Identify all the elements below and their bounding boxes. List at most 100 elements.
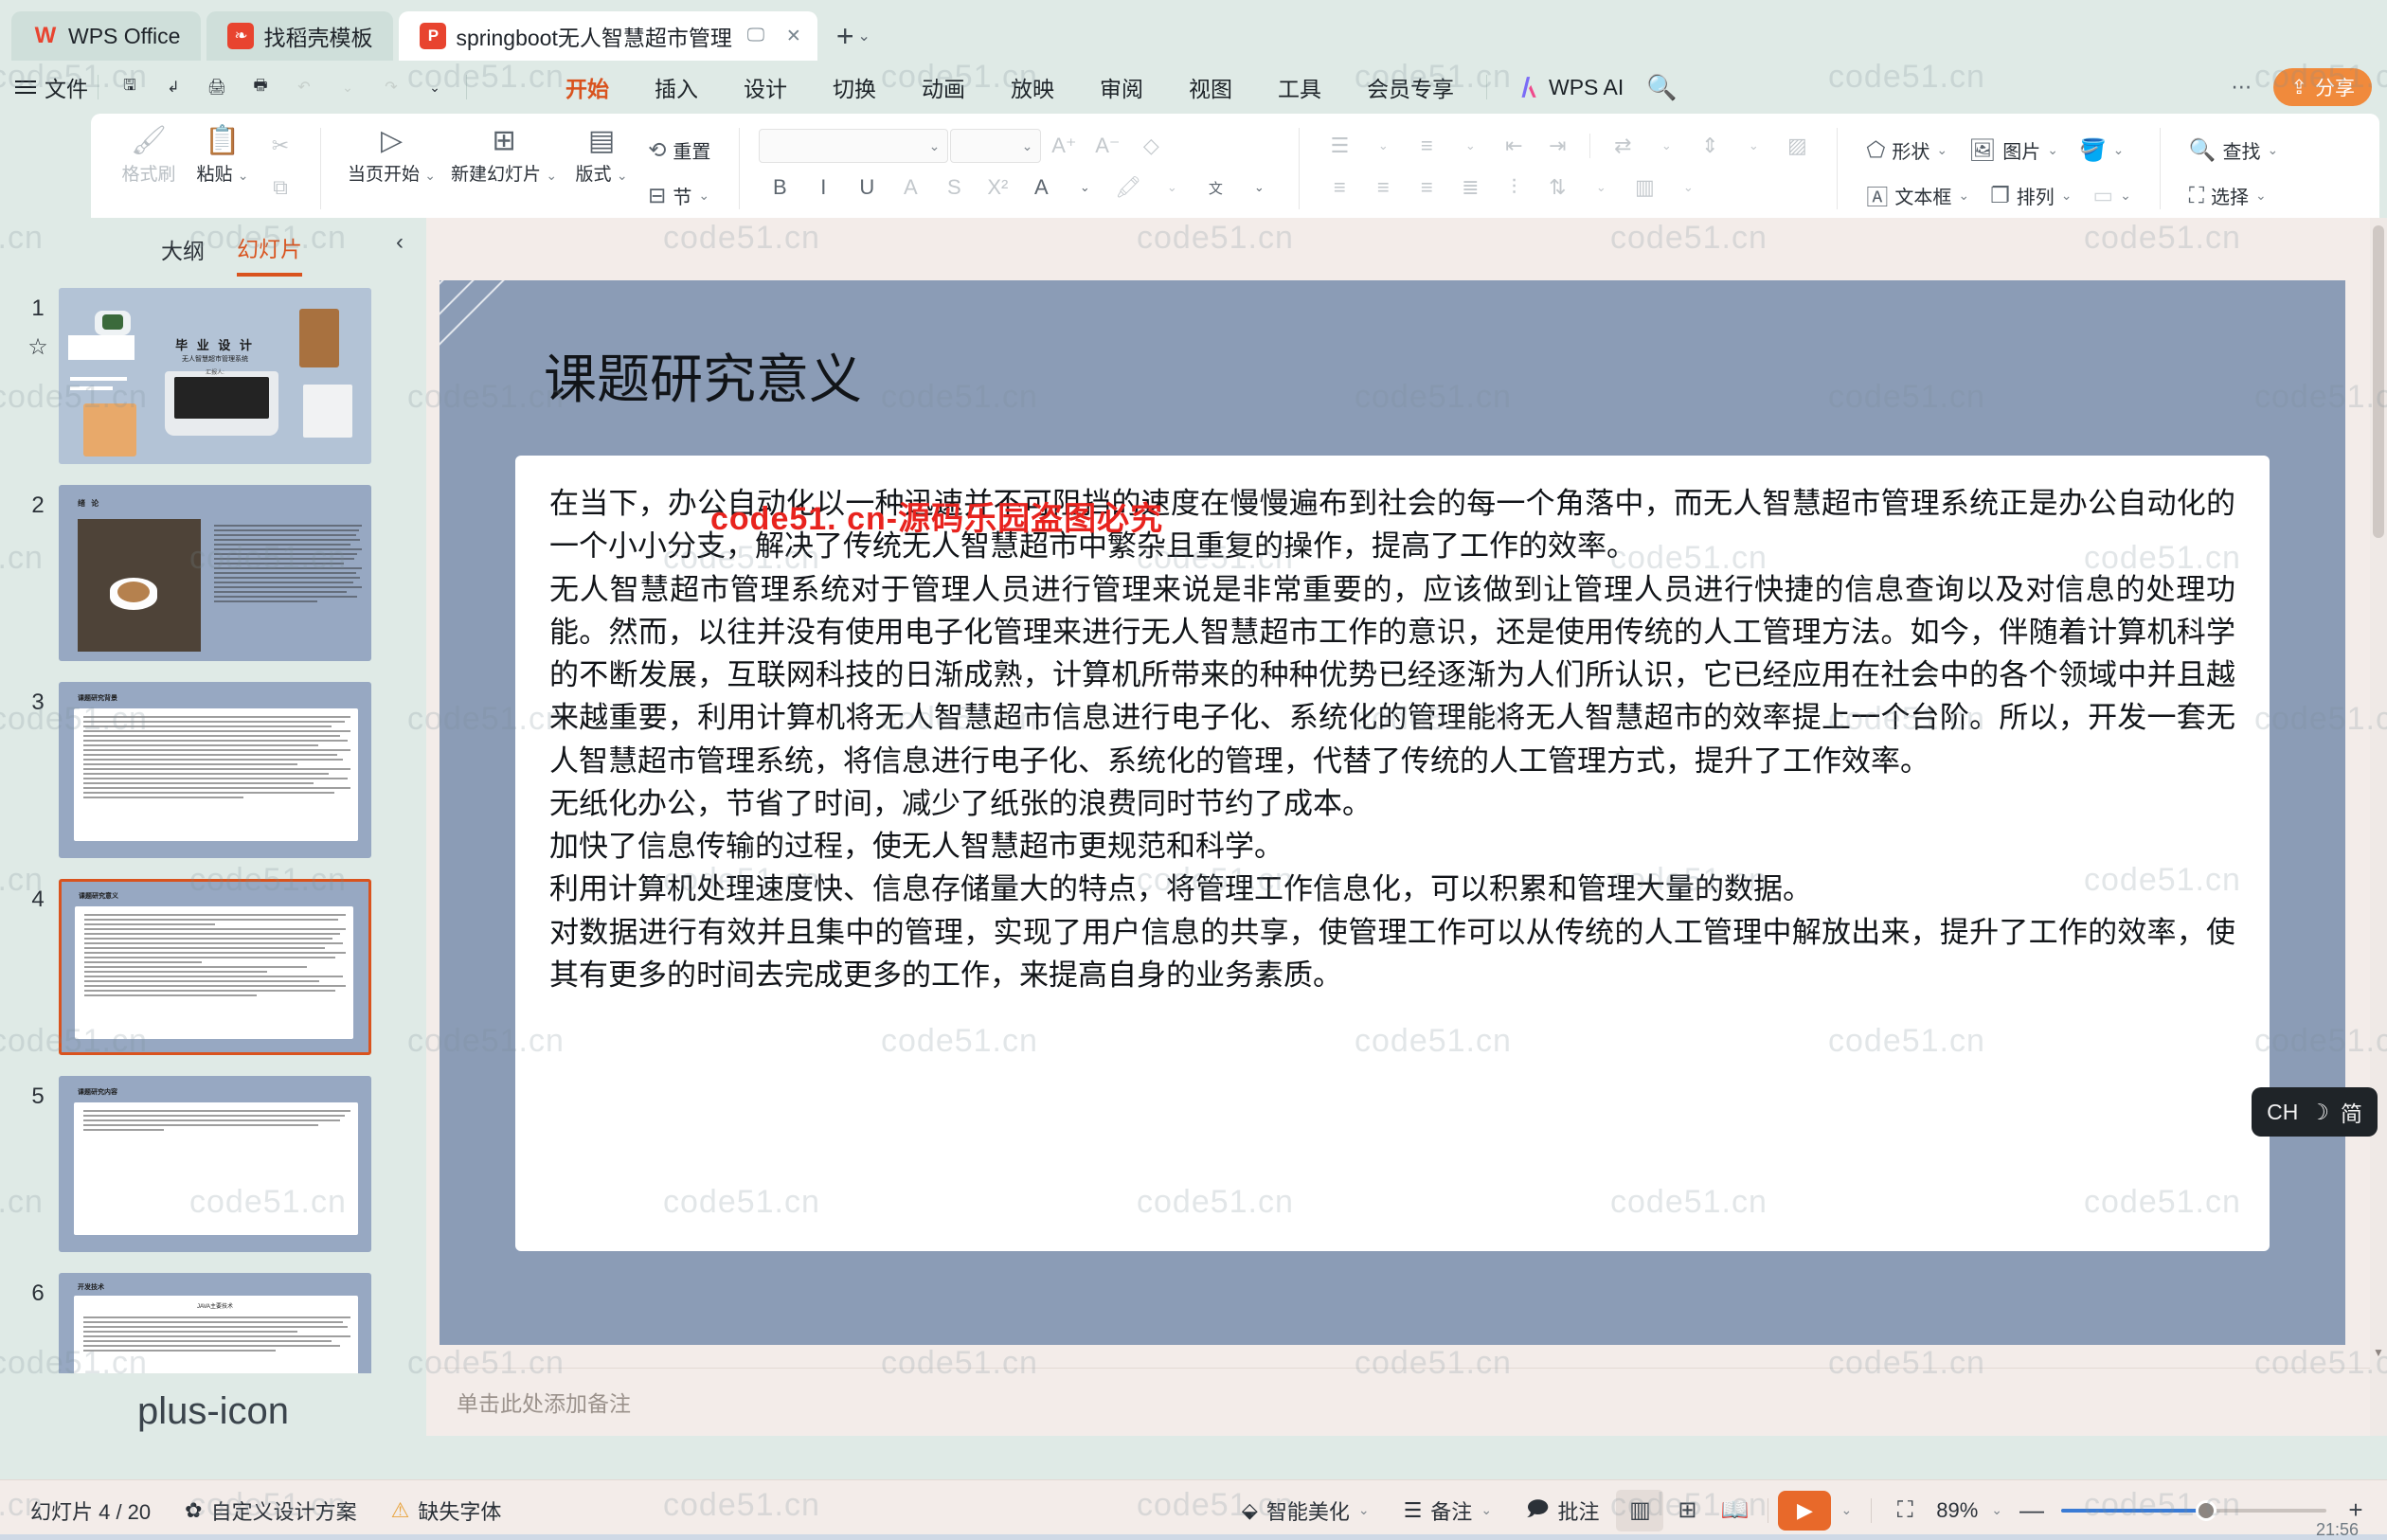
align-right-icon[interactable]: ≡ (1406, 169, 1447, 206)
add-slide-button[interactable]: plus-icon (0, 1392, 426, 1430)
print-icon[interactable]: 🖨 (195, 68, 239, 106)
new-slide-button[interactable]: ⊞ 新建幻灯片 ⌄ (443, 119, 565, 186)
ribbon-tab-transition[interactable]: 切换 (810, 68, 899, 106)
redo-icon[interactable]: ↷ (369, 68, 413, 106)
align-center-icon[interactable]: ≡ (1362, 169, 1404, 206)
slide-sorter-icon[interactable]: ⊞ (1663, 1490, 1711, 1531)
font-name-input[interactable]: ⌄ (759, 129, 949, 163)
bold-button[interactable]: B (759, 169, 800, 206)
section-button[interactable]: ⊟ 节 ⌄ (638, 174, 720, 216)
underline-button[interactable]: U (846, 169, 888, 206)
current-slide[interactable]: 课题研究意义 在当下，办公自动化以一种迅速并不可阻挡的速度在慢慢遍布到社会的每一… (440, 280, 2345, 1345)
copy-icon[interactable]: ⧉ (260, 169, 301, 206)
text-direction-dropdown-icon[interactable]: ⌄ (1645, 127, 1687, 165)
clear-format-icon[interactable]: ◇ (1130, 127, 1172, 165)
format-painter-button[interactable]: 🖌 格式刷 (112, 119, 186, 186)
tab-slides[interactable]: 幻灯片 (237, 231, 302, 277)
zoom-slider-track[interactable] (2061, 1499, 2326, 1521)
decrease-indent-icon[interactable]: ⇤ (1493, 127, 1534, 165)
shape-button[interactable]: ⬠ 形状 ⌄ (1857, 129, 1957, 170)
tab-wps-office[interactable]: W WPS Office (11, 11, 202, 61)
select-button[interactable]: ⛶ 选择 ⌄ (2180, 174, 2288, 216)
pinyin-icon[interactable]: 文 (1194, 169, 1236, 206)
ribbon-tab-insert[interactable]: 插入 (632, 68, 721, 106)
cut-icon[interactable]: ✂ (260, 127, 301, 165)
slide-thumbnail-4[interactable]: 课题研究意义 (59, 879, 371, 1055)
thumbnail-row[interactable]: 6 开发技术 JAVA主要技术 (0, 1273, 426, 1373)
numbered-list-icon[interactable]: ≡ (1406, 127, 1447, 165)
zoom-slider-knob[interactable] (2196, 1499, 2216, 1521)
ime-indicator[interactable]: CH ☽ 简 (2252, 1087, 2378, 1137)
font-grow-icon[interactable]: A⁺ (1043, 127, 1085, 165)
notes-button[interactable]: ☰ 备注 ⌄ (1387, 1495, 1509, 1526)
distribute-icon[interactable]: ⫶ (1493, 169, 1534, 206)
paste-button[interactable]: 📋 粘贴 ⌄ (186, 119, 260, 186)
slide-title[interactable]: 课题研究意义 (544, 337, 862, 414)
font-color-icon[interactable]: A (1020, 169, 1062, 206)
ribbon-tab-animation[interactable]: 动画 (899, 68, 988, 106)
fit-to-window-icon[interactable]: ⛶ (1881, 1490, 1929, 1531)
quick-access-more-icon[interactable]: ⌄ (413, 68, 457, 106)
design-scheme-button[interactable]: ✿ 自定义设计方案 (168, 1495, 373, 1526)
scroll-down-arrow[interactable]: ▼ (2370, 1343, 2387, 1362)
font-shrink-icon[interactable]: A⁻ (1086, 127, 1128, 165)
thumbnail-row[interactable]: 4 课题研究意义 (0, 879, 426, 1055)
reading-view-icon[interactable]: 📖 (1711, 1490, 1758, 1531)
align-vertical-icon[interactable]: ⇕ (1689, 127, 1731, 165)
arrange-button[interactable]: ❐ 排列 ⌄ (1981, 174, 2081, 216)
star-icon[interactable]: ☆ (17, 333, 59, 361)
smart-beautify-button[interactable]: ⬙ 智能美化 ⌄ (1225, 1495, 1387, 1526)
thumbnail-row[interactable]: 3 课题研究背景 (0, 682, 426, 858)
save-icon[interactable]: 🖫 (108, 68, 152, 106)
play-button[interactable]: ▶ (1778, 1490, 1832, 1531)
scrollbar-thumb[interactable] (2373, 225, 2384, 538)
highlight-dropdown-icon[interactable]: ⌄ (1151, 169, 1193, 206)
play-dropdown-icon[interactable]: ⌄ (1840, 1502, 1852, 1518)
ellipsis-icon[interactable]: ⋯ (2222, 68, 2260, 106)
comments-button[interactable]: 🗩 批注 (1509, 1493, 1616, 1529)
ribbon-tab-review[interactable]: 审阅 (1077, 68, 1166, 106)
slide-thumbnail-list[interactable]: 1 ☆ 毕 业 设 计 无人智慧超市管理系统 汇报人: 2 绪 论 3 课题研究… (0, 288, 426, 1373)
undo-curve-icon[interactable]: ↲ (152, 68, 195, 106)
strikethrough-button[interactable]: A (889, 169, 931, 206)
tab-outline[interactable]: 大纲 (161, 233, 205, 275)
zoom-control[interactable]: 89% ⌄ — + (1936, 1495, 2372, 1525)
chevron-left-icon[interactable]: ‹ (396, 229, 404, 256)
line-spacing-icon[interactable]: ⇅ (1536, 169, 1578, 206)
print-preview-icon[interactable]: 🖶 (239, 68, 282, 106)
file-menu-button[interactable]: 文件 (15, 71, 88, 103)
zoom-out-button[interactable]: — (2016, 1495, 2048, 1525)
slide-thumbnail-3[interactable]: 课题研究背景 (59, 682, 371, 858)
highlight-icon[interactable]: 🖍 (1107, 169, 1149, 206)
ribbon-tab-slideshow[interactable]: 放映 (988, 68, 1077, 106)
numbered-dropdown-icon[interactable]: ⌄ (1449, 127, 1491, 165)
font-size-input[interactable]: ⌄ (950, 129, 1042, 163)
ribbon-tab-tools[interactable]: 工具 (1255, 68, 1344, 106)
undo-dropdown-icon[interactable]: ⌄ (326, 68, 369, 106)
present-icon[interactable]: 🖵 (742, 22, 770, 50)
ribbon-tab-design[interactable]: 设计 (721, 68, 810, 106)
italic-button[interactable]: I (802, 169, 844, 206)
increase-indent-icon[interactable]: ⇥ (1536, 127, 1578, 165)
notes-placeholder[interactable]: 单击此处添加备注 (440, 1368, 2378, 1436)
slide-thumbnail-2[interactable]: 绪 论 (59, 485, 371, 661)
slide-thumbnail-5[interactable]: 课题研究内容 (59, 1076, 371, 1252)
align-left-icon[interactable]: ≡ (1319, 169, 1360, 206)
layout-button[interactable]: ▤ 版式 ⌄ (565, 119, 638, 186)
tab-springboot-ppt[interactable]: P springboot无人智慧超市管理 🖵 ✕ (399, 11, 817, 61)
line-spacing-dropdown-icon[interactable]: ⌄ (1580, 169, 1622, 206)
wps-ai-button[interactable]: WPS AI (1516, 75, 1624, 100)
textbox-button[interactable]: 🄰 文本框 ⌄ (1857, 174, 1979, 216)
text-direction-icon[interactable]: ⇄ (1602, 127, 1643, 165)
find-button[interactable]: 🔍 查找 ⌄ (2180, 129, 2288, 170)
font-color-dropdown-icon[interactable]: ⌄ (1064, 169, 1105, 206)
align-vertical-dropdown-icon[interactable]: ⌄ (1732, 127, 1774, 165)
columns-dropdown-icon[interactable]: ⌄ (1667, 169, 1709, 206)
missing-font-warning[interactable]: ⚠ 缺失字体 (374, 1495, 519, 1526)
new-tab-button[interactable]: + ⌄ (823, 11, 884, 61)
ribbon-tab-member[interactable]: 会员专享 (1344, 68, 1477, 106)
slide-thumbnail-1[interactable]: 毕 业 设 计 无人智慧超市管理系统 汇报人: (59, 288, 371, 464)
picture-button[interactable]: 🖼 图片 ⌄ (1959, 129, 2068, 170)
vertical-scrollbar[interactable]: ▲ ▼ (2370, 218, 2387, 1436)
justify-icon[interactable]: ≣ (1449, 169, 1491, 206)
